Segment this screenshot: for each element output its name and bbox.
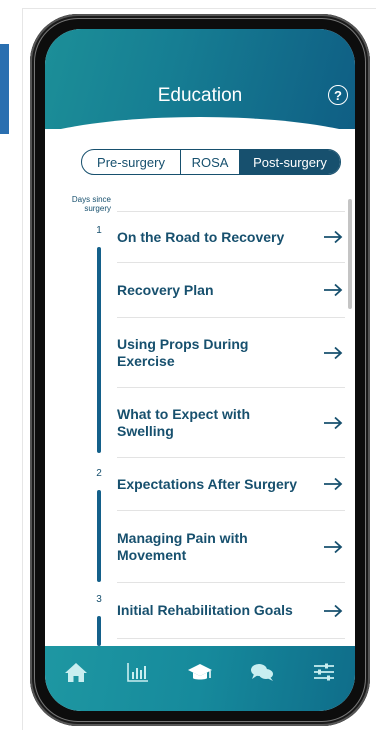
lesson-title: What to Expect with Swelling <box>117 405 250 439</box>
day-timeline-bar <box>97 490 101 582</box>
scrollbar[interactable] <box>348 199 352 309</box>
lesson-item[interactable]: Using Props During Exercise <box>117 318 345 388</box>
tab-post-surgery[interactable]: Post-surgery <box>240 150 340 174</box>
chat-icon[interactable] <box>249 660 275 684</box>
arrow-right-icon <box>324 230 343 244</box>
arrow-right-icon <box>324 477 343 491</box>
phase-segmented-control: Pre-surgery ROSA Post-surgery <box>81 149 341 175</box>
side-accent-bar <box>0 44 9 134</box>
day-number: 2 <box>96 468 102 479</box>
app-screen: Education ? Pre-surgery ROSA Post-surger… <box>45 29 355 711</box>
day-timeline-bar <box>97 247 101 453</box>
graduation-cap-icon[interactable] <box>187 660 213 684</box>
arrow-right-icon <box>324 416 343 429</box>
lesson-item[interactable]: Initial Rehabilitation Goals <box>117 583 345 639</box>
day-number: 1 <box>96 225 102 236</box>
phone-frame: Education ? Pre-surgery ROSA Post-surger… <box>30 14 370 726</box>
arrow-right-icon <box>324 283 343 297</box>
page-title: Education <box>157 85 243 106</box>
lesson-item[interactable]: What to Expect with Swelling <box>117 388 345 458</box>
lesson-title: Expectations After Surgery <box>117 475 297 492</box>
lesson-item[interactable]: Recovery Plan <box>117 263 345 318</box>
lesson-title: Initial Rehabilitation Goals <box>117 602 293 618</box>
days-since-surgery-label: Days since surgery <box>71 195 111 213</box>
arrow-right-icon <box>324 346 343 359</box>
lesson-item[interactable]: On the Road to Recovery <box>117 211 345 263</box>
arrow-right-icon <box>324 540 343 553</box>
tab-pre-surgery[interactable]: Pre-surgery <box>82 150 181 174</box>
lesson-item[interactable]: Expectations After Surgery <box>117 458 345 511</box>
lesson-title: On the Road to Recovery <box>117 228 285 245</box>
bottom-tab-bar <box>45 646 355 711</box>
tab-rosa[interactable]: ROSA <box>181 150 240 174</box>
question-circle-icon[interactable]: ? <box>328 85 348 105</box>
lesson-title: Recovery Plan <box>117 281 214 298</box>
home-icon[interactable] <box>63 660 89 684</box>
arrow-right-icon <box>324 604 343 617</box>
lesson-title: Managing Pain with Movement <box>117 529 248 563</box>
chart-icon[interactable] <box>125 660 151 684</box>
day-timeline-bar <box>97 616 101 646</box>
header <box>45 29 355 129</box>
lesson-title: Using Props During Exercise <box>117 335 249 369</box>
day-number: 3 <box>96 594 102 605</box>
lesson-item[interactable]: Managing Pain with Movement <box>117 511 345 583</box>
sliders-icon[interactable] <box>311 660 337 684</box>
